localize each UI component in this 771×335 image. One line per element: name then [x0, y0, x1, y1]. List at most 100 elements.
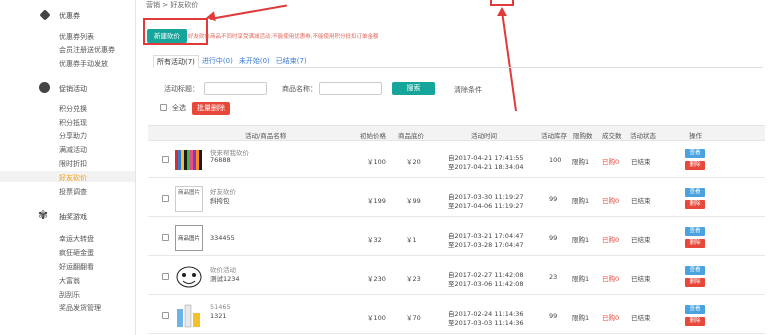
header-limit: 限购数	[573, 132, 593, 140]
sidebar-item-manual-coupon[interactable]: 优惠券手动发放	[59, 59, 108, 69]
deal-count: 已购0	[602, 314, 620, 322]
select-all-checkbox[interactable]	[160, 104, 167, 111]
sidebar-item-monopoly[interactable]: 大富翁	[59, 276, 80, 286]
delete-button[interactable]: 删除	[685, 278, 705, 287]
sidebar-item-flash-discount[interactable]: 限时折扣	[59, 159, 87, 169]
end-time: 至2017-03-03 11:14:36	[448, 319, 524, 327]
deal-count: 已购0	[602, 197, 620, 205]
purchase-limit: 限购1	[572, 197, 590, 205]
view-button[interactable]: 查看	[685, 188, 705, 197]
breadcrumb: 营销 > 好友砍价	[146, 1, 199, 9]
delete-button[interactable]: 删除	[685, 317, 705, 326]
end-time: 至2017-03-06 11:42:08	[448, 280, 524, 288]
sidebar-heading-coupons: 优惠券	[59, 12, 80, 20]
sidebar-item-points-exchange[interactable]: 积分兑换	[59, 104, 87, 114]
table-row: 砍价活动 测试1234 ￥230 ￥23 自2017-02-27 11:42:08 至20…	[148, 259, 765, 295]
sidebar-item-wheel[interactable]: 幸运大转盘	[59, 234, 94, 244]
initial-price: ￥100	[367, 314, 386, 322]
product-thumbnail: 商品图片	[175, 186, 203, 212]
floor-price: ￥1	[406, 236, 417, 244]
header-floor-price: 商品底价	[398, 132, 424, 140]
delete-button[interactable]: 删除	[685, 239, 705, 248]
sidebar-item-register-coupon[interactable]: 会员注册送优惠券	[59, 45, 115, 55]
tab-not-started[interactable]: 未开始(0)	[236, 55, 273, 67]
floor-price: ￥70	[406, 314, 421, 322]
activity-stock: 23	[549, 273, 558, 281]
product-name: 斜挎包	[210, 197, 230, 205]
tab-ongoing[interactable]: 进行中(0)	[199, 55, 236, 67]
bargain-hint-text: 好友砍价商品不同时享受满减活动,不能使用优惠券,不能使用积分抵扣订单金额	[188, 34, 379, 40]
row-checkbox[interactable]	[162, 195, 169, 202]
product-thumbnail: 商品图片	[175, 225, 203, 251]
table-row: 商品图片 334455 ￥32 ￥1 自2017-03-21 17:04:47 至2017…	[148, 220, 765, 256]
sidebar-item-full-reduction[interactable]: 满减活动	[59, 145, 87, 155]
row-checkbox[interactable]	[162, 273, 169, 280]
sidebar-heading-lottery: 抽奖游戏	[59, 213, 87, 221]
batch-delete-button[interactable]: 批量删除	[192, 102, 230, 115]
deal-count: 已购0	[602, 236, 620, 244]
sidebar: 优惠券 优惠券列表 会员注册送优惠券 优惠券手动发放 促销活动 积分兑换 积分抵…	[0, 0, 136, 335]
sidebar-heading-promotion: 促销活动	[59, 85, 87, 93]
row-checkbox[interactable]	[162, 312, 169, 319]
delete-button[interactable]: 删除	[685, 161, 705, 170]
view-button[interactable]: 查看	[685, 266, 705, 275]
header-status: 活动状态	[630, 132, 656, 140]
row-checkbox[interactable]	[162, 234, 169, 241]
view-button[interactable]: 查看	[685, 305, 705, 314]
sidebar-item-friend-bargain[interactable]: 好友砍价	[59, 173, 87, 183]
product-name-input[interactable]	[319, 82, 382, 95]
initial-price: ￥100	[367, 158, 386, 166]
end-time: 至2017-04-21 18:34:04	[448, 163, 524, 171]
purchase-limit: 限购1	[572, 158, 590, 166]
floor-price: ￥20	[406, 158, 421, 166]
header-activity-time: 活动时间	[471, 132, 497, 140]
activity-stock: 99	[549, 195, 558, 203]
main-content: 营销 > 好友砍价 新建砍价 好友砍价商品不同时享受满减活动,不能使用优惠券,不…	[143, 0, 771, 335]
product-name: 1321	[210, 312, 227, 320]
sidebar-item-vote-survey[interactable]: 投票调查	[59, 187, 87, 197]
status-tabs: 所有活动(7) 进行中(0) 未开始(0) 已结束(7)	[153, 55, 763, 68]
table-row: 51465 1321 ￥100 ￥70 自2017-02-24 11:14:36 至201…	[148, 298, 765, 334]
initial-price: ￥32	[367, 236, 382, 244]
initial-price: ￥199	[367, 197, 386, 205]
view-button[interactable]: 查看	[685, 149, 705, 158]
row-checkbox[interactable]	[162, 156, 169, 163]
delete-button[interactable]: 删除	[685, 200, 705, 209]
clear-filters-link[interactable]: 清除条件	[454, 85, 482, 95]
activity-title-input[interactable]	[204, 82, 267, 95]
view-button[interactable]: 查看	[685, 227, 705, 236]
purchase-limit: 限购1	[572, 314, 590, 322]
purchase-limit: 限购1	[572, 236, 590, 244]
activity-status: 已结束	[631, 275, 651, 283]
lottery-icon: ✾	[38, 208, 49, 222]
end-time: 至2017-04-06 11:19:27	[448, 202, 524, 210]
sidebar-item-prize-shipping[interactable]: 奖品发货管理	[59, 303, 101, 313]
activity-status: 已结束	[631, 158, 651, 166]
header-activity: 活动/商品名称	[245, 132, 287, 140]
floor-price: ￥23	[406, 275, 421, 283]
annotation-arrowhead-up	[497, 7, 507, 16]
new-bargain-button[interactable]: 新建砍价	[147, 29, 187, 43]
tab-all[interactable]: 所有活动(7)	[153, 55, 199, 68]
product-name: 334455	[210, 234, 235, 242]
product-thumbnail	[175, 147, 203, 173]
activity-title-label: 活动标题：	[164, 85, 199, 93]
header-deals: 成交数	[602, 132, 622, 140]
coupon-icon	[39, 9, 51, 21]
tab-ended[interactable]: 已结束(7)	[273, 55, 310, 67]
select-all-label: 全选	[172, 104, 186, 112]
activity-status: 已结束	[631, 236, 651, 244]
sidebar-item-scratch[interactable]: 刮刮乐	[59, 290, 80, 300]
sidebar-item-share-boost[interactable]: 分享助力	[59, 131, 87, 141]
search-button[interactable]: 搜索	[392, 82, 435, 95]
deal-count: 已购0	[602, 275, 620, 283]
activity-status: 已结束	[631, 314, 651, 322]
activity-name[interactable]: 51465	[210, 303, 231, 311]
activity-stock: 99	[549, 312, 558, 320]
sidebar-item-flip-cards[interactable]: 好运翻翻看	[59, 262, 94, 272]
sidebar-item-points-deduct[interactable]: 积分抵现	[59, 118, 87, 128]
annotation-box-top	[490, 0, 514, 6]
sidebar-item-golden-egg[interactable]: 疯狂砸金蛋	[59, 248, 94, 258]
table-header: 活动/商品名称 初始价格 商品底价 活动时间 活动库存 限购数 成交数 活动状态…	[148, 125, 765, 141]
sidebar-item-coupon-list[interactable]: 优惠券列表	[59, 32, 94, 42]
